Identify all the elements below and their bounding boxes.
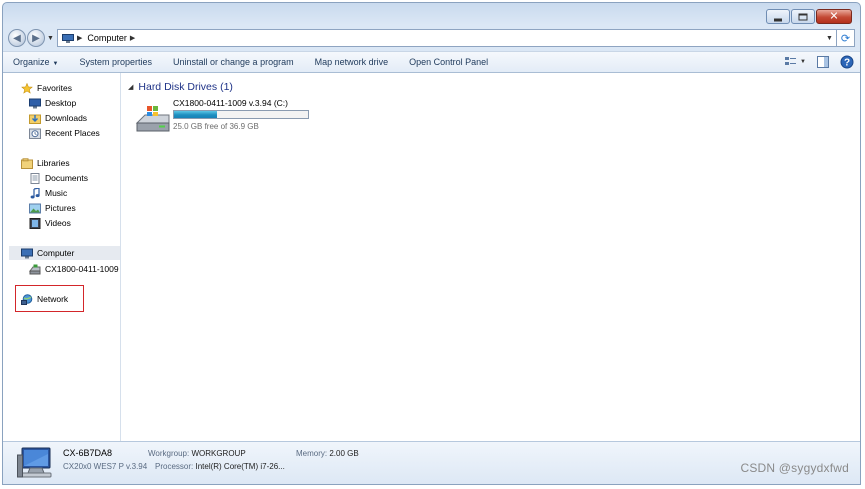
dropdown-triangle-icon: ▼: [52, 61, 59, 67]
pictures-icon: [29, 203, 41, 213]
content-pane: ◢ Hard Disk Drives (1) CX1800-0411-1009 …: [122, 73, 860, 441]
maximize-icon: [798, 13, 808, 20]
nav-music[interactable]: Music: [29, 186, 67, 200]
computer-icon: [61, 33, 74, 43]
music-note-icon: [30, 187, 40, 198]
nav-drive-c[interactable]: CX1800-0411-1009 v: [29, 262, 120, 276]
highlight-box: [15, 285, 84, 312]
csdn-watermark: CSDN @sygydxfwd: [740, 461, 849, 475]
nav-downloads[interactable]: Downloads: [29, 111, 87, 125]
processor-field: Processor: Intel(R) Core(TM) i7-26...: [155, 462, 285, 471]
organize-menu[interactable]: Organize ▼: [13, 57, 58, 67]
open-control-panel-button[interactable]: Open Control Panel: [409, 57, 488, 67]
command-bar: Organize ▼ System properties Uninstall or…: [3, 51, 860, 73]
windows-drive-icon: [135, 106, 170, 132]
nav-libraries[interactable]: Libraries: [21, 156, 70, 170]
view-dropdown-icon[interactable]: ▼: [800, 59, 806, 65]
breadcrumb-arrow-icon: ▶: [76, 35, 83, 42]
computer-name: CX-6B7DA8: [63, 448, 113, 458]
minimize-icon: [774, 18, 782, 21]
desktop-icon: [29, 98, 41, 108]
navigation-pane: Favorites Desktop Downloads Recent Place…: [3, 73, 121, 441]
refresh-button[interactable]: ⟳: [837, 29, 855, 47]
refresh-icon: ⟳: [840, 32, 851, 45]
recent-pages-dropdown[interactable]: ▼: [47, 35, 54, 42]
back-button[interactable]: ◀: [8, 29, 26, 47]
change-view-icon[interactable]: [784, 55, 798, 69]
explorer-window: ✕ ◀ ▶ ▼ ▶ Computer ▶ ▼ ⟳ Organize ▼ Syste…: [2, 2, 861, 485]
recent-places-icon: [29, 128, 41, 139]
star-icon: [21, 82, 33, 94]
caption-buttons: ✕: [765, 9, 852, 24]
view-controls: ▼ ?: [774, 55, 854, 69]
computer-monitor-icon: [17, 447, 52, 478]
forward-arrow-icon: ▶: [32, 32, 40, 44]
videos-icon: [29, 217, 41, 229]
nav-computer[interactable]: Computer: [9, 246, 120, 260]
system-properties-button[interactable]: System properties: [79, 57, 152, 67]
svg-text:?: ?: [844, 58, 850, 69]
nav-desktop[interactable]: Desktop: [29, 96, 76, 110]
forward-button[interactable]: ▶: [27, 29, 45, 47]
uninstall-program-button[interactable]: Uninstall or change a program: [173, 57, 294, 67]
help-icon[interactable]: ?: [840, 55, 854, 69]
address-bar[interactable]: ▶ Computer ▶ ▼: [56, 29, 837, 47]
close-icon: ✕: [829, 10, 839, 22]
libraries-icon: [21, 157, 33, 169]
drive-usage-fill: [174, 111, 217, 118]
drive-name: CX1800-0411-1009 v.3.94 (C:): [173, 98, 288, 108]
nav-documents[interactable]: Documents: [29, 171, 88, 185]
maximize-button[interactable]: [791, 9, 815, 24]
preview-pane-icon[interactable]: [816, 55, 830, 69]
minimize-button[interactable]: [766, 9, 790, 24]
nav-pictures[interactable]: Pictures: [29, 201, 76, 215]
address-dropdown-icon[interactable]: ▼: [822, 35, 836, 42]
downloads-folder-icon: [29, 114, 41, 124]
map-network-drive-button[interactable]: Map network drive: [315, 57, 389, 67]
nav-recent-places[interactable]: Recent Places: [29, 126, 100, 140]
breadcrumb-computer[interactable]: Computer: [87, 33, 127, 43]
collapse-triangle-icon: ◢: [128, 84, 134, 91]
hard-drive-icon: [29, 264, 41, 274]
drive-usage-bar: [173, 110, 309, 119]
nav-favorites[interactable]: Favorites: [21, 81, 72, 95]
close-button[interactable]: ✕: [816, 9, 852, 24]
navigation-row: ◀ ▶ ▼ ▶ Computer ▶ ▼ ⟳: [8, 27, 855, 49]
drive-free-space: 25.0 GB free of 36.9 GB: [173, 122, 259, 131]
breadcrumb-arrow-icon[interactable]: ▶: [130, 34, 135, 42]
documents-icon: [30, 172, 40, 184]
computer-icon: [21, 248, 33, 258]
back-arrow-icon: ◀: [13, 32, 21, 44]
group-header-hard-disk-drives[interactable]: ◢ Hard Disk Drives (1): [128, 81, 233, 93]
memory-field: Memory: 2.00 GB: [296, 449, 359, 458]
drive-item-c[interactable]: CX1800-0411-1009 v.3.94 (C:) 25.0 GB fre…: [135, 98, 309, 134]
nav-videos[interactable]: Videos: [29, 216, 71, 230]
details-pane: CX-6B7DA8 CX20x0 WES7 P v.3.94 Workgroup…: [3, 441, 860, 484]
main-panes: Favorites Desktop Downloads Recent Place…: [3, 73, 860, 441]
workgroup-field: Workgroup: WORKGROUP: [148, 449, 246, 458]
os-version: CX20x0 WES7 P v.3.94: [63, 462, 148, 471]
